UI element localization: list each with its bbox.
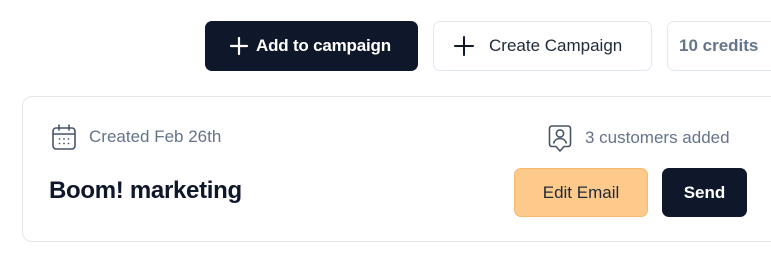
created-date: Created Feb 26th [51, 123, 221, 151]
create-campaign-label: Create Campaign [489, 36, 623, 55]
campaign-card: Created Feb 26th 3 customers added Boom!… [22, 96, 771, 242]
customers-count: 3 customers added [547, 123, 730, 153]
add-to-campaign-label: Add to campaign [256, 36, 391, 55]
credits-label: 10 credits [679, 36, 759, 55]
customers-count-text: 3 customers added [585, 128, 730, 147]
plus-icon [229, 36, 249, 56]
create-campaign-button[interactable]: Create Campaign [433, 21, 652, 71]
send-button[interactable]: Send [662, 168, 747, 217]
plus-icon [453, 35, 475, 57]
credits-badge[interactable]: 10 credits [667, 21, 771, 71]
campaign-title: Boom! marketing [49, 177, 242, 204]
add-to-campaign-button[interactable]: Add to campaign [205, 21, 418, 71]
send-label: Send [683, 182, 726, 202]
calendar-icon [51, 123, 77, 151]
edit-email-label: Edit Email [542, 182, 620, 202]
edit-email-button[interactable]: Edit Email [514, 168, 648, 217]
user-badge-icon [547, 123, 573, 153]
created-date-text: Created Feb 26th [89, 127, 222, 146]
